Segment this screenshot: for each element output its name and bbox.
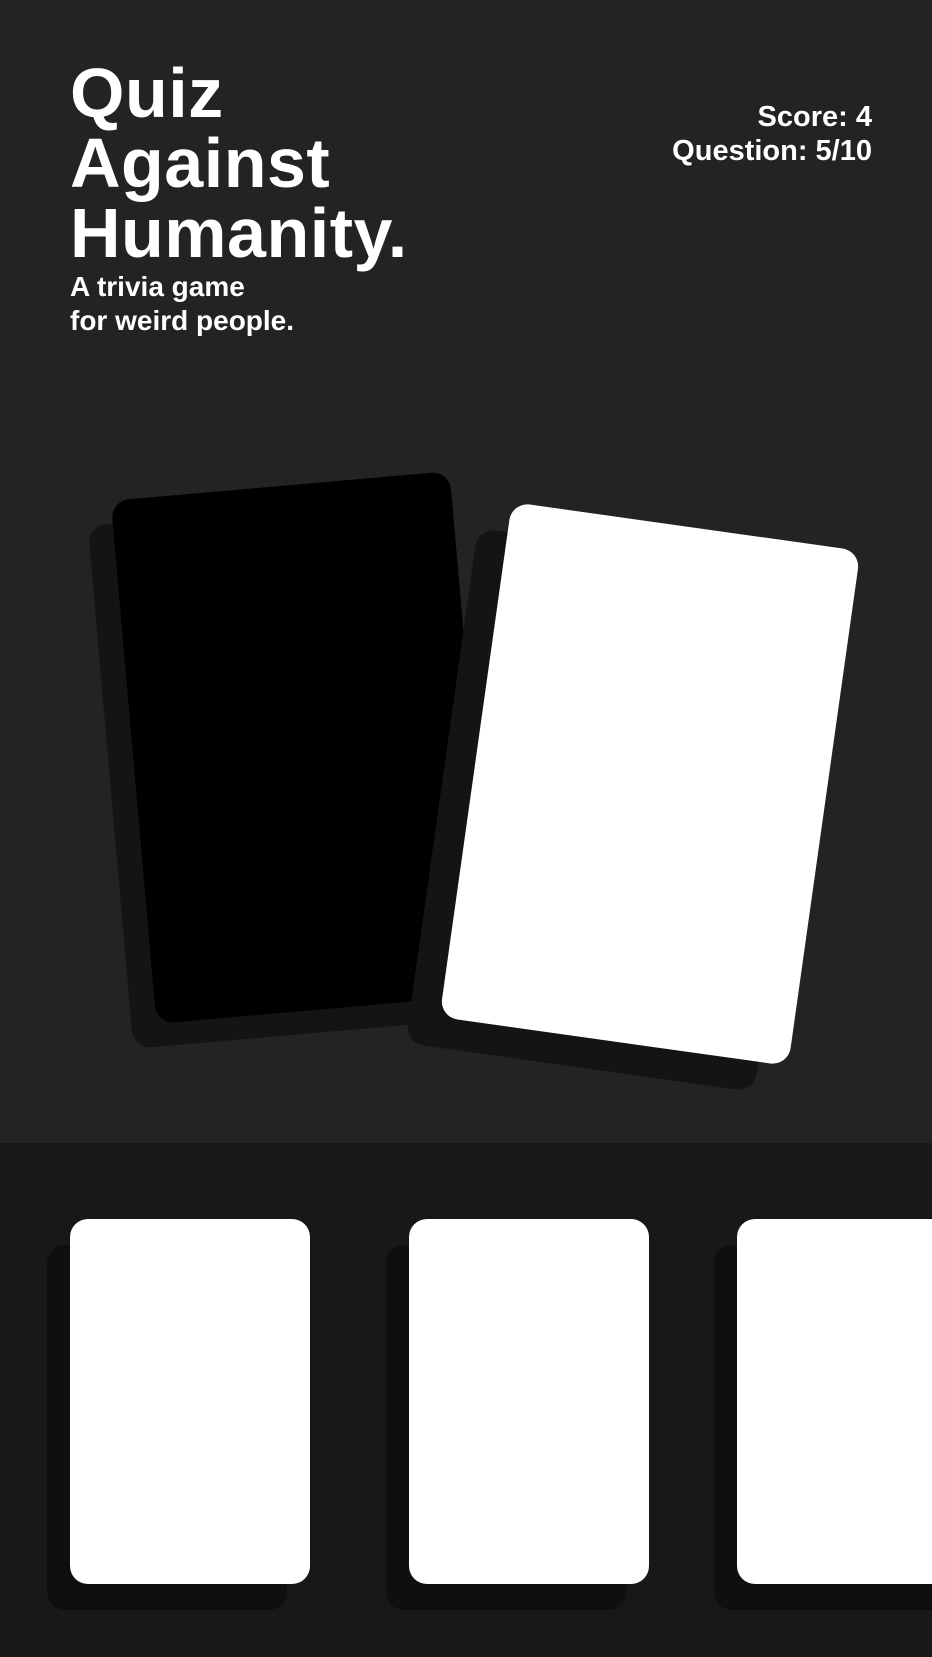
game-title: Quiz Against Humanity. bbox=[70, 58, 408, 268]
game-subtitle: A trivia game for weird people. bbox=[70, 270, 294, 338]
hand-area bbox=[0, 1143, 932, 1657]
hand-card-slot bbox=[386, 1219, 669, 1619]
hand-card-slot bbox=[47, 1219, 330, 1619]
subtitle-line: for weird people. bbox=[70, 305, 295, 336]
question-progress-text: Question: 5/10 bbox=[672, 135, 872, 167]
play-area: Quiz Against Humanity. A trivia game for… bbox=[0, 0, 932, 1143]
hand-card[interactable] bbox=[737, 1219, 932, 1584]
score-panel: Score: 4 Question: 5/10 bbox=[672, 100, 872, 168]
game-screen: Quiz Against Humanity. A trivia game for… bbox=[0, 0, 932, 1657]
score-text: Score: 4 bbox=[757, 101, 872, 133]
answer-drop-card[interactable] bbox=[439, 502, 861, 1066]
title-line: Quiz bbox=[70, 54, 224, 132]
title-line: Against bbox=[70, 124, 331, 202]
hand-card[interactable] bbox=[70, 1219, 310, 1584]
subtitle-line: A trivia game bbox=[70, 271, 245, 302]
title-line: Humanity. bbox=[70, 194, 408, 272]
hand-card-slot bbox=[714, 1219, 932, 1619]
hand-card[interactable] bbox=[409, 1219, 649, 1584]
